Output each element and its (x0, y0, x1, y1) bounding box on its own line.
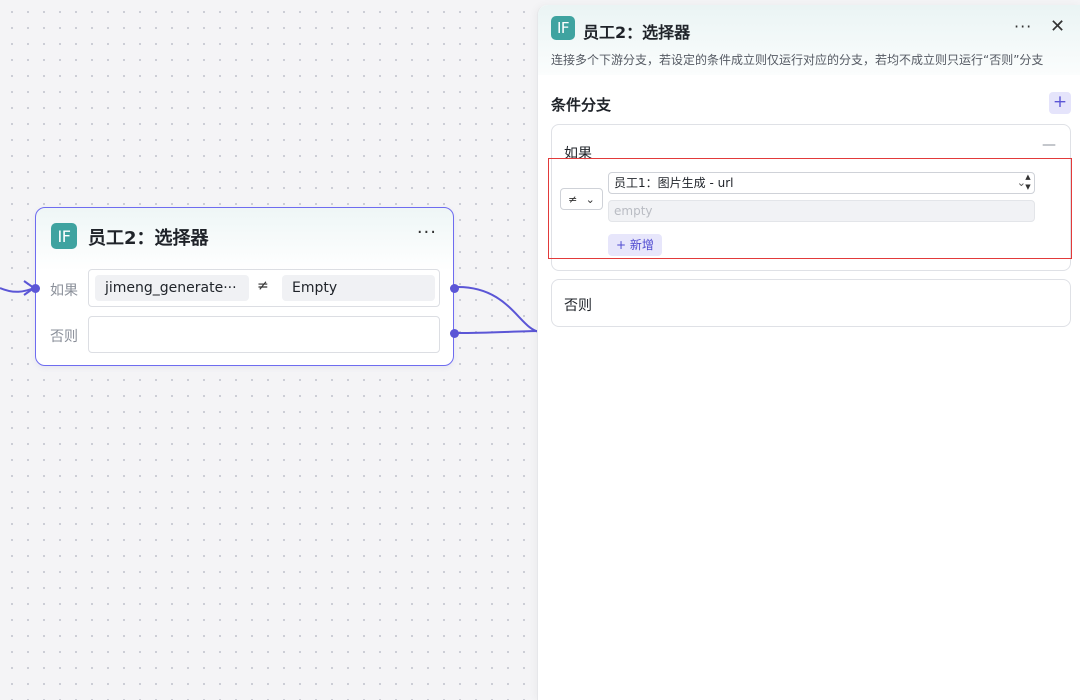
node-input-port[interactable] (31, 284, 40, 293)
section-title: 条件分支 (551, 96, 612, 114)
condition-value-chip: Empty (282, 275, 435, 301)
node-else-label: 否则 (50, 329, 78, 345)
node-config-panel: IF 员工2：选择器 ··· ✕ 连接多个下游分支，若设定的条件成立则仅运行对应… (537, 5, 1080, 700)
close-icon[interactable]: ✕ (1050, 16, 1065, 37)
else-branch-label: 否则 (564, 298, 592, 314)
add-branch-button[interactable]: + (1049, 92, 1071, 114)
node-if-label: 如果 (50, 283, 78, 299)
panel-description: 连接多个下游分支，若设定的条件成立则仅运行对应的分支，若均不成立则只运行“否则”… (551, 53, 1044, 67)
variable-select[interactable]: 员工1：图片生成 - url ⌄ ▲ ▼ (608, 172, 1035, 194)
node-else-condition[interactable] (88, 316, 440, 353)
operator-select[interactable]: ≠ ⌄ (560, 188, 603, 210)
add-condition-button[interactable]: + 新增 (608, 234, 662, 256)
panel-title[interactable]: 员工2：选择器 (583, 19, 690, 43)
selector-node[interactable]: IF 员工2：选择器 ··· 如果 jimeng_generate··· ≠ E… (31, 207, 459, 366)
node-more-icon[interactable]: ··· (417, 222, 437, 243)
if-node-icon: IF (51, 223, 77, 249)
not-equal-icon: ≠ (568, 192, 578, 206)
value-input[interactable]: empty (608, 200, 1035, 222)
chevron-down-icon: ⌄ (585, 192, 595, 206)
incoming-edge (0, 287, 35, 293)
node-if-condition[interactable]: jimeng_generate··· ≠ Empty (88, 269, 440, 307)
collapse-icon[interactable]: — (1042, 137, 1056, 153)
else-branch-card[interactable]: 否则 (551, 279, 1071, 327)
else-edge (457, 330, 541, 334)
if-edge (457, 286, 541, 333)
variable-select-value: 员工1：图片生成 - url (614, 176, 734, 190)
if-output-port[interactable] (450, 284, 459, 293)
if-node-icon: IF (551, 16, 575, 40)
node-title: 员工2：选择器 (88, 228, 209, 249)
else-output-port[interactable] (450, 329, 459, 338)
reorder-stepper[interactable]: ▲ ▼ (1021, 172, 1035, 194)
panel-more-icon[interactable]: ··· (1014, 17, 1032, 36)
not-equal-icon: ≠ (257, 278, 269, 294)
condition-variable-chip: jimeng_generate··· (95, 275, 249, 301)
